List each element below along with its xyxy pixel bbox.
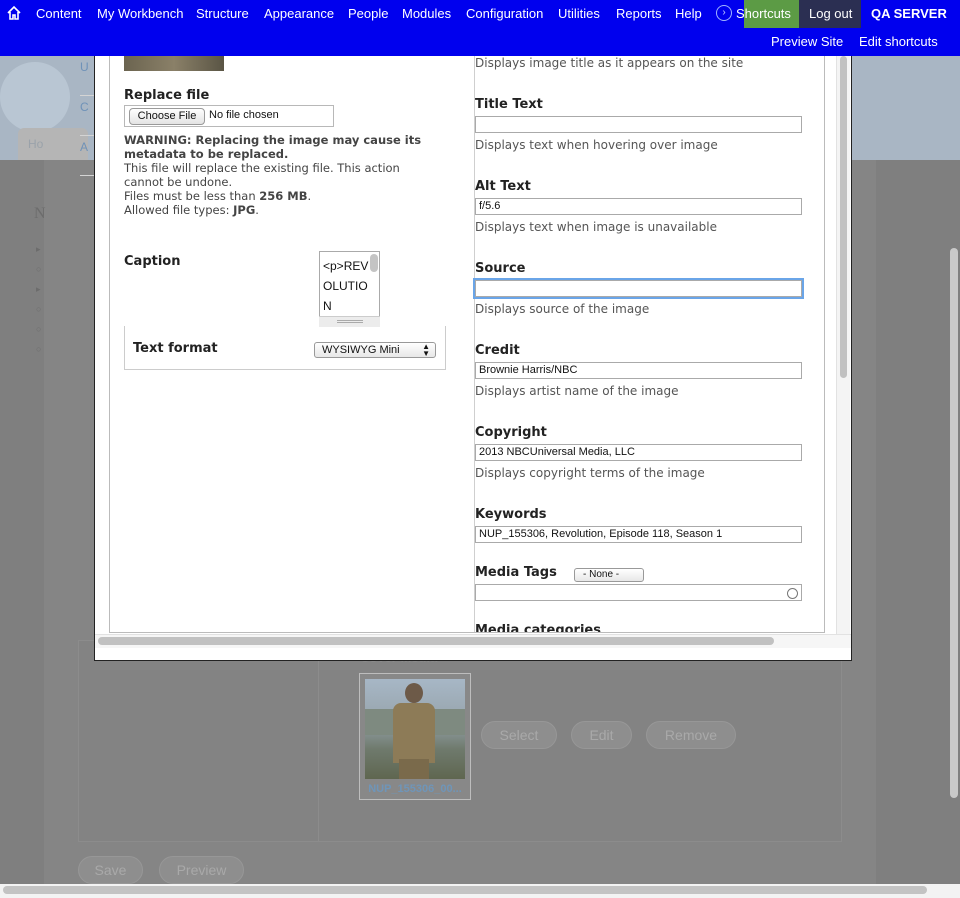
save-button[interactable]: Save	[78, 856, 143, 884]
menu-appearance[interactable]: Appearance	[264, 6, 334, 21]
menu-people[interactable]: People	[348, 6, 388, 21]
window-horizontal-scroll-thumb[interactable]	[3, 886, 927, 894]
source-description: Displays source of the image	[475, 302, 650, 316]
media-thumbnail-card[interactable]: NUP_155306_00...	[359, 673, 471, 800]
autocomplete-throbber-icon	[787, 588, 798, 599]
caption-value: <p>REVOLUTION	[323, 259, 369, 313]
keywords-label: Keywords	[475, 507, 547, 522]
remove-button[interactable]: Remove	[646, 721, 736, 749]
dialog-form: Replace file Choose File No file chosen …	[109, 56, 825, 633]
source-label: Source	[475, 261, 526, 276]
home-tab: Ho	[18, 128, 88, 160]
text-format-value: WYSIWYG Mini	[322, 344, 400, 356]
warning-text: WARNING: Replacing the image may cause i…	[124, 133, 422, 161]
menu-reports[interactable]: Reports	[616, 6, 662, 21]
media-categories-select[interactable]: - None -	[574, 568, 644, 582]
media-thumbnail-image[interactable]	[365, 679, 465, 779]
bullet-icon: ○	[36, 344, 42, 354]
bullet-icon: ▸	[36, 284, 41, 294]
dialog-horizontal-scroll-thumb[interactable]	[98, 637, 774, 645]
preview-button[interactable]: Preview	[159, 856, 244, 884]
image-preview	[124, 56, 224, 71]
allowed-types: JPG	[233, 203, 256, 217]
title-text-input[interactable]	[475, 116, 802, 133]
types-suffix: .	[255, 203, 259, 217]
copyright-label: Copyright	[475, 425, 547, 440]
choose-file-button[interactable]: Choose File	[129, 108, 205, 125]
menu-modules[interactable]: Modules	[402, 6, 451, 21]
menu-configuration[interactable]: Configuration	[466, 6, 543, 21]
credit-label: Credit	[475, 343, 520, 358]
keywords-input[interactable]: NUP_155306, Revolution, Episode 118, Sea…	[475, 526, 802, 543]
media-tags-label: Media Tags	[475, 565, 557, 580]
size-suffix: .	[307, 189, 312, 203]
media-filename-link[interactable]: NUP_155306_00...	[365, 783, 465, 795]
replace-file-input[interactable]: Choose File No file chosen	[124, 105, 334, 127]
menu-help[interactable]: Help	[675, 6, 702, 21]
admin-toolbar: Content My Workbench Structure Appearanc…	[0, 0, 960, 56]
replace-notice: This file will replace the existing file…	[124, 161, 400, 189]
menu-my-workbench[interactable]: My Workbench	[97, 6, 183, 21]
toolbar-menu: Content My Workbench Structure Appearanc…	[0, 0, 960, 28]
size-prefix: Files must be less than	[124, 189, 260, 203]
menu-utilities[interactable]: Utilities	[558, 6, 600, 21]
bullet-list: ▸ ○ ▸ ○ ○ ○	[36, 244, 44, 364]
media-categories-label: Media categories	[475, 623, 601, 633]
select-arrows-icon: ▲ ▼	[422, 342, 430, 358]
text-format-label: Text format	[133, 341, 218, 356]
alt-text-description: Displays text when image is unavailable	[475, 220, 717, 234]
caption-scrollbar[interactable]	[370, 254, 378, 272]
preview-site-link[interactable]: Preview Site	[771, 34, 843, 49]
caption-label: Caption	[124, 254, 181, 269]
menu-structure[interactable]: Structure	[196, 6, 249, 21]
logout-link[interactable]: Log out	[809, 6, 852, 21]
shortcuts-link[interactable]: Shortcuts	[736, 6, 791, 21]
alt-text-label: Alt Text	[475, 179, 531, 194]
source-input[interactable]	[473, 278, 804, 299]
panel-divider	[318, 640, 319, 842]
select-button[interactable]: Select	[481, 721, 557, 749]
replace-file-label: Replace file	[124, 88, 210, 103]
dialog-vertical-scroll-thumb[interactable]	[840, 56, 847, 378]
bullet-icon: ○	[36, 264, 42, 274]
edit-button[interactable]: Edit	[571, 721, 632, 749]
home-icon[interactable]	[6, 5, 22, 21]
title-text-label: Title Text	[475, 97, 543, 112]
credit-description: Displays artist name of the image	[475, 384, 679, 398]
copyright-input[interactable]: 2013 NBCUniversal Media, LLC	[475, 444, 802, 461]
size-limit: 256 MB	[259, 189, 308, 203]
credit-input[interactable]: Brownie Harris/NBC	[475, 362, 802, 379]
bullet-icon: ▸	[36, 244, 41, 254]
bullet-icon: ○	[36, 324, 42, 334]
site-logo	[0, 62, 70, 132]
section-heading: N	[34, 205, 46, 222]
text-format-select[interactable]: WYSIWYG Mini ▲ ▼	[314, 342, 436, 358]
types-prefix: Allowed file types:	[124, 203, 234, 217]
bullet-icon: ○	[36, 304, 42, 314]
media-categories-value: - None -	[583, 569, 620, 580]
edit-media-dialog: Replace file Choose File No file chosen …	[94, 56, 852, 661]
title-description: Displays image title as it appears on th…	[475, 56, 744, 70]
copyright-description: Displays copyright terms of the image	[475, 466, 705, 480]
window-vertical-scroll-thumb[interactable]	[950, 248, 958, 798]
menu-content[interactable]: Content	[36, 6, 82, 21]
shortcuts-toggle-icon[interactable]: ›	[716, 5, 732, 21]
file-status: No file chosen	[209, 109, 279, 121]
replace-file-help: WARNING: Replacing the image may cause i…	[124, 133, 424, 217]
media-tags-input[interactable]	[475, 584, 802, 601]
edit-shortcuts-link[interactable]: Edit shortcuts	[859, 34, 938, 49]
alt-text-input[interactable]: f/5.6	[475, 198, 802, 215]
server-label: QA SERVER	[871, 6, 947, 21]
title-text-description: Displays text when hovering over image	[475, 138, 718, 152]
